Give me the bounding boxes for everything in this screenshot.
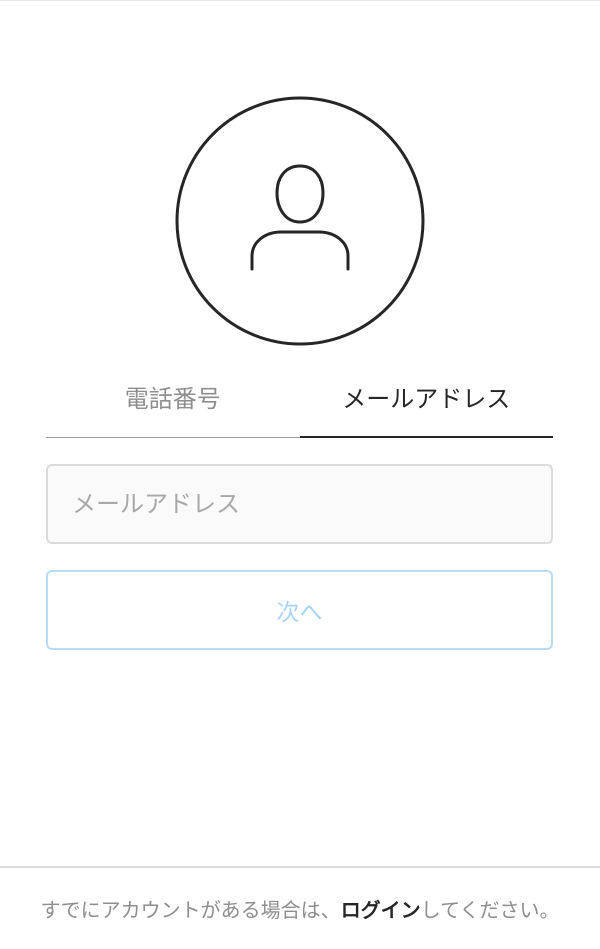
tab-email-address-label: メールアドレス [342, 384, 511, 413]
login-prompt-suffix: してください。 [420, 898, 560, 922]
login-link[interactable]: ログイン [341, 894, 421, 923]
user-silhouette-icon [250, 164, 350, 271]
login-prompt-footer: すでにアカウントがある場合は、 ログイン してください。 [0, 866, 600, 949]
next-button-label: 次へ [276, 600, 323, 626]
profile-avatar [175, 96, 425, 346]
signup-method-tabs: 電話番号 メールアドレス [46, 360, 553, 438]
tab-email-address[interactable]: メールアドレス [299, 360, 553, 438]
email-address-input[interactable] [46, 464, 553, 544]
next-button[interactable]: 次へ [46, 570, 553, 650]
signup-screen: 電話番号 メールアドレス 次へ すでにアカウントがある場合は、ログインしてくださ… [0, 0, 600, 949]
top-divider [0, 0, 600, 1]
tab-phone-number[interactable]: 電話番号 [46, 360, 300, 438]
tab-phone-number-label: 電話番号 [124, 385, 221, 413]
login-prompt-prefix: すでにアカウントがある場合は、 [40, 898, 341, 922]
